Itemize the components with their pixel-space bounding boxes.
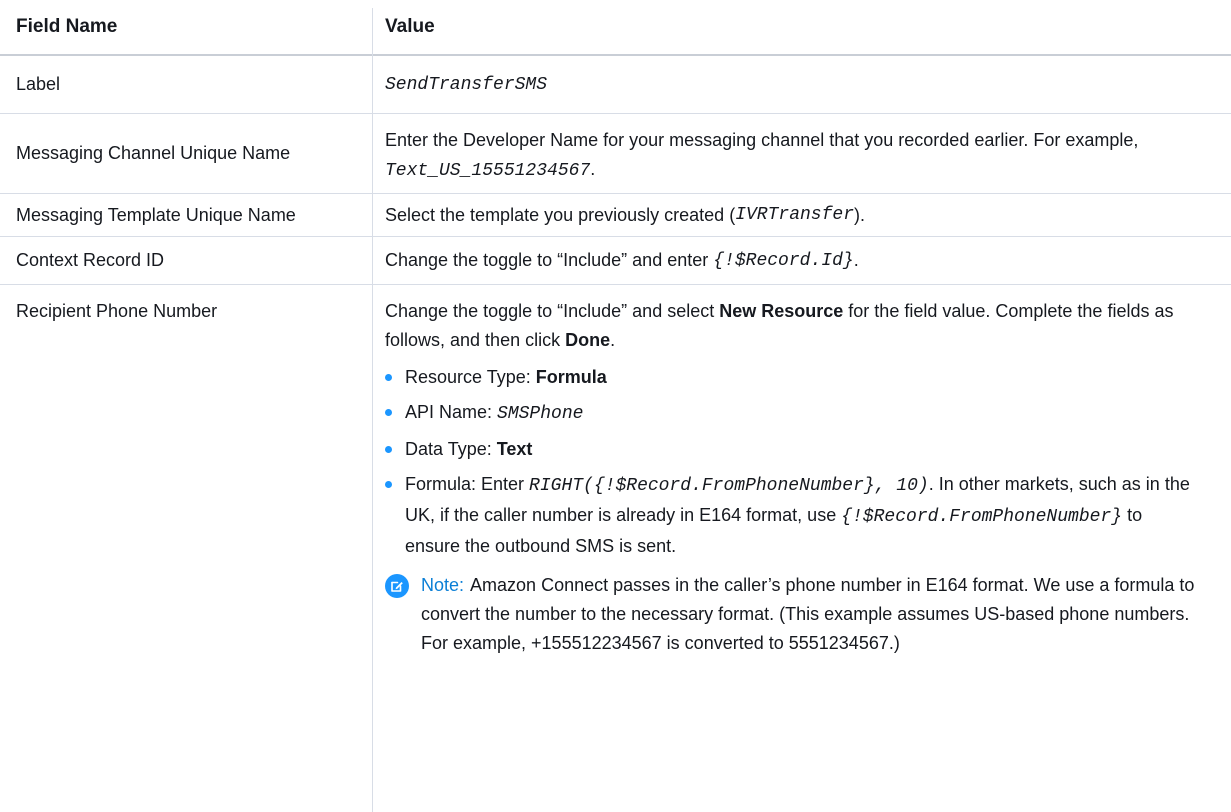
item-label: Data Type: <box>405 439 497 459</box>
field-name: Messaging Channel Unique Name <box>16 143 291 163</box>
table-row-channel: Messaging Channel Unique Name Enter the … <box>0 114 1231 194</box>
field-name: Label <box>16 74 61 94</box>
field-value-table: Field Name Value Label SendTransferSMS M… <box>0 0 1231 812</box>
field-value: Enter the Developer Name for your messag… <box>372 114 1231 193</box>
table-row-label: Label SendTransferSMS <box>0 56 1231 114</box>
code-text: SMSPhone <box>497 404 584 424</box>
field-name: Context Record ID <box>16 250 165 270</box>
value-text: . <box>610 330 616 350</box>
note-label: Note: <box>421 575 465 595</box>
header-field-name: Field Name <box>16 16 118 37</box>
recipient-intro: Change the toggle to “Include” and selec… <box>385 297 1201 355</box>
bullet-dot <box>385 409 392 416</box>
note-body: Amazon Connect passes in the caller’s ph… <box>421 575 1195 653</box>
value-text: Change the toggle to “Include” and selec… <box>385 301 720 321</box>
value-text: Change the toggle to “Include” and enter <box>385 250 709 270</box>
code-text: RIGHT({!$Record.FromPhoneNumber}, 10) <box>529 476 929 496</box>
value-text: ). <box>854 204 866 225</box>
column-divider <box>372 8 373 812</box>
note-callout: Note: Amazon Connect passes in the caller… <box>385 571 1201 658</box>
code-text: {!$Record.FromPhoneNumber} <box>841 507 1123 527</box>
pencil-square-icon <box>391 581 403 592</box>
value-text: . <box>590 159 596 179</box>
bold-text: New Resource <box>719 301 844 321</box>
item-label: Resource Type: <box>405 367 536 387</box>
list-item: Data Type: Text <box>385 435 1201 464</box>
bullet-list: Resource Type: Formula API Name: SMSPhon… <box>385 363 1201 561</box>
field-value: Change the toggle to “Include” and selec… <box>372 285 1231 658</box>
code-text: Text_US_15551234567 <box>385 161 591 181</box>
value-text: Select the template you previously creat… <box>385 204 736 225</box>
field-value: Change the toggle to “Include” and enter… <box>372 237 1231 284</box>
item-label: Formula: Enter <box>405 474 530 494</box>
field-value: Select the template you previously creat… <box>372 194 1231 236</box>
table-row-template: Messaging Template Unique Name Select th… <box>0 194 1231 237</box>
edit-note-icon <box>385 574 409 598</box>
field-name: Recipient Phone Number <box>16 301 218 321</box>
table-row-context: Context Record ID Change the toggle to “… <box>0 237 1231 285</box>
bold-text: Text <box>496 439 533 459</box>
value-text: . <box>853 250 859 270</box>
bold-text: Formula <box>535 367 607 387</box>
bold-text: Done <box>565 330 611 350</box>
code-text: SendTransferSMS <box>385 74 548 95</box>
field-name: Messaging Template Unique Name <box>16 204 296 225</box>
list-item: Formula: Enter RIGHT({!$Record.FromPhone… <box>385 470 1201 561</box>
note-text: Note: Amazon Connect passes in the caller… <box>421 571 1201 658</box>
field-value: SendTransferSMS <box>372 56 1231 113</box>
code-text: IVRTransfer <box>735 205 855 225</box>
header-value: Value <box>385 16 435 37</box>
bullet-dot <box>385 481 392 488</box>
table-header-row: Field Name Value <box>0 0 1231 56</box>
bullet-dot <box>385 446 392 453</box>
value-text: Enter the Developer Name for your messag… <box>385 130 1139 150</box>
list-item: API Name: SMSPhone <box>385 398 1201 429</box>
bullet-dot <box>385 374 392 381</box>
item-label: API Name: <box>405 402 498 422</box>
table-row-recipient: Recipient Phone Number Change the toggle… <box>0 285 1231 658</box>
list-item: Resource Type: Formula <box>385 363 1201 392</box>
code-text: {!$Record.Id} <box>713 250 854 271</box>
